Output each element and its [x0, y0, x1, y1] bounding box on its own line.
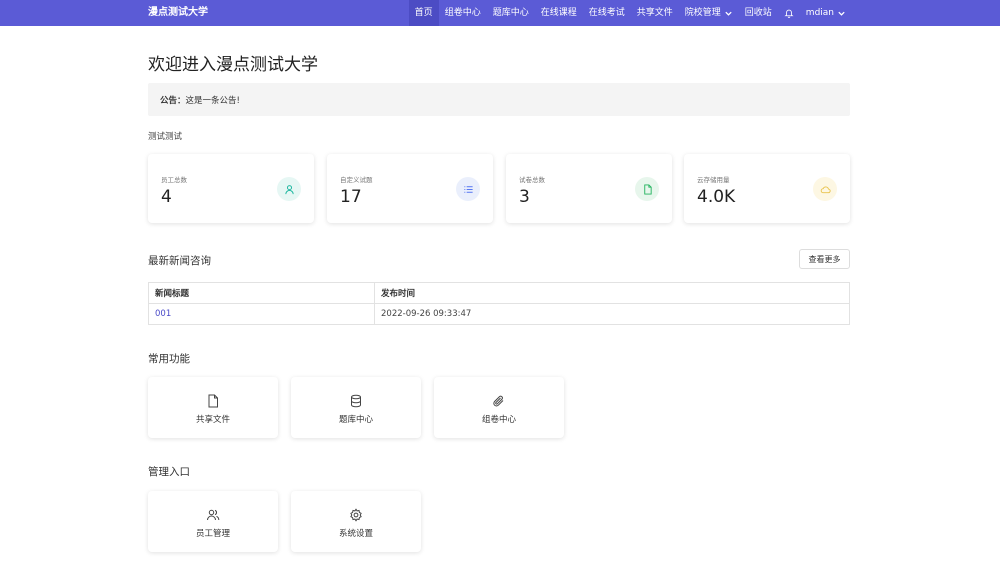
- top-nav: 漫点测试大学 首页 组卷中心 题库中心 在线课程 在线考试 共享文件 院校管理 …: [0, 0, 1000, 26]
- common-section-title: 常用功能: [148, 353, 190, 365]
- nav-item-home[interactable]: 首页: [408, 0, 439, 26]
- shortcut-label: 组卷中心: [481, 415, 516, 425]
- bell-icon: [784, 9, 794, 18]
- shortcut-employee-management[interactable]: 员工管理: [148, 491, 278, 552]
- nav-item-label: 共享文件: [636, 8, 673, 18]
- nav-item-label: 回收站: [744, 8, 772, 18]
- users-icon: [207, 509, 220, 521]
- shortcut-shared-files[interactable]: 共享文件: [148, 377, 278, 438]
- nav-item-label: 院校管理: [684, 8, 721, 18]
- stat-card-employees: 员工总数 4: [148, 154, 314, 223]
- nav-item-online-exam[interactable]: 在线考试: [583, 0, 631, 26]
- news-section-title: 最新新闻咨询: [148, 255, 211, 267]
- stat-value: 4.0K: [697, 187, 736, 207]
- page-title: 欢迎进入漫点测试大学: [148, 55, 318, 75]
- shortcut-label: 题库中心: [338, 415, 373, 425]
- stat-value: 3: [519, 187, 530, 207]
- news-publish-time: 2022-09-26 09:33:47: [374, 303, 850, 325]
- news-title-link[interactable]: 001: [148, 303, 375, 325]
- stat-card-cloud-storage: 云存储用量 4.0K: [684, 154, 850, 223]
- announcement-bar: 公告： 这是一条公告!: [148, 83, 850, 116]
- chevron-down-icon: [838, 11, 845, 16]
- user-icon: [277, 177, 301, 201]
- stat-label: 试卷总数: [519, 176, 545, 184]
- table-header-row: 新闻标题 发布时间: [148, 282, 850, 304]
- shortcut-system-settings[interactable]: 系统设置: [291, 491, 421, 552]
- admin-section-title: 管理入口: [148, 466, 190, 478]
- shortcut-label: 员工管理: [195, 529, 230, 539]
- nav-item-paper-center[interactable]: 组卷中心: [439, 0, 487, 26]
- file-icon: [635, 177, 659, 201]
- user-menu[interactable]: mdian: [800, 0, 852, 26]
- stat-label: 员工总数: [161, 176, 187, 184]
- notification-button[interactable]: [778, 0, 800, 26]
- database-icon: [351, 394, 361, 408]
- column-header-time: 发布时间: [374, 282, 850, 304]
- nav-item-school-admin[interactable]: 院校管理: [679, 0, 739, 26]
- nav-item-online-course[interactable]: 在线课程: [535, 0, 583, 26]
- shortcut-label: 共享文件: [195, 415, 230, 425]
- news-table: 新闻标题 发布时间 001 2022-09-26 09:33:47: [148, 282, 850, 325]
- nav-item-label: 组卷中心: [444, 8, 481, 18]
- gear-icon: [350, 508, 362, 522]
- nav-item-label: 题库中心: [492, 8, 529, 18]
- shortcut-question-bank[interactable]: 题库中心: [291, 377, 421, 438]
- nav-item-label: 在线课程: [540, 8, 577, 18]
- stat-value: 17: [340, 187, 362, 207]
- nav-item-label: 在线考试: [588, 8, 625, 18]
- nav-item-recycle-bin[interactable]: 回收站: [739, 0, 778, 26]
- shortcut-paper-center[interactable]: 组卷中心: [434, 377, 564, 438]
- nav-item-shared-files[interactable]: 共享文件: [631, 0, 679, 26]
- stat-card-papers: 试卷总数 3: [506, 154, 672, 223]
- paperclip-icon: [493, 395, 504, 407]
- stat-label: 自定义试题: [340, 176, 373, 184]
- list-icon: [456, 177, 480, 201]
- announcement-text: 这是一条公告!: [185, 95, 240, 106]
- nav-item-question-bank[interactable]: 题库中心: [487, 0, 535, 26]
- chevron-down-icon: [725, 11, 732, 16]
- cloud-icon: [813, 177, 837, 201]
- file-icon: [208, 394, 218, 408]
- username: mdian: [805, 8, 834, 18]
- stat-label: 云存储用量: [697, 176, 730, 184]
- column-header-title: 新闻标题: [148, 282, 375, 304]
- brand-title[interactable]: 漫点测试大学: [148, 0, 208, 26]
- intro-text: 测试测试: [148, 132, 183, 142]
- nav-menu: 首页 组卷中心 题库中心 在线课程 在线考试 共享文件 院校管理 回收站 mdi…: [408, 0, 852, 26]
- view-more-button[interactable]: 查看更多: [799, 249, 850, 269]
- announcement-label: 公告：: [160, 95, 186, 106]
- stat-card-custom-questions: 自定义试题 17: [327, 154, 493, 223]
- table-row: 001 2022-09-26 09:33:47: [148, 303, 850, 325]
- stat-value: 4: [161, 187, 172, 207]
- shortcut-label: 系统设置: [338, 529, 373, 539]
- nav-item-label: 首页: [414, 8, 433, 18]
